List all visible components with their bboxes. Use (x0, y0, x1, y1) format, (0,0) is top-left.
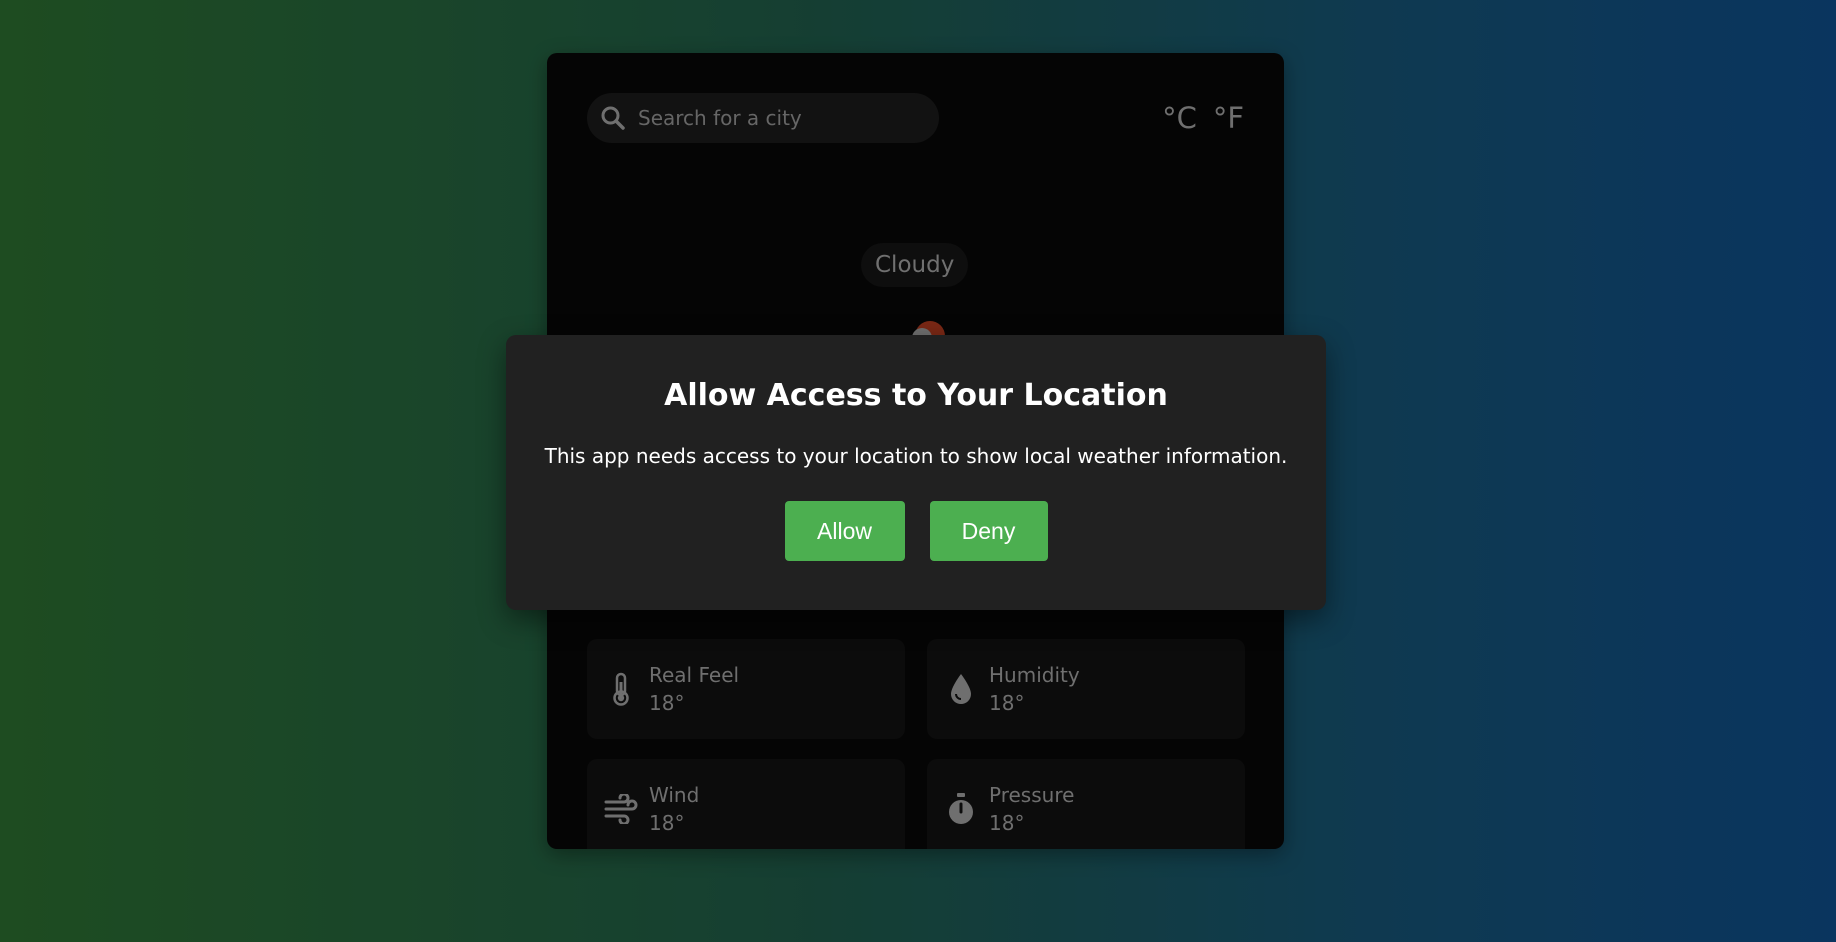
unit-toggle: °C °F (1162, 101, 1244, 135)
dialog-actions: Allow Deny (506, 501, 1326, 561)
search-bar[interactable] (587, 93, 939, 143)
wind-stat: Wind 18° (587, 759, 905, 849)
thermometer-icon (603, 669, 639, 709)
fahrenheit-toggle[interactable]: °F (1213, 101, 1244, 135)
humidity-label: Humidity (989, 663, 1080, 687)
humidity-stat: Humidity 18° (927, 639, 1245, 739)
weather-condition: Cloudy (861, 243, 969, 287)
wind-icon (603, 789, 639, 829)
pressure-stat: Pressure 18° (927, 759, 1245, 849)
allow-button[interactable]: Allow (784, 501, 905, 561)
location-permission-dialog: Allow Access to Your Location This app n… (506, 335, 1326, 610)
celsius-toggle[interactable]: °C (1162, 101, 1197, 135)
pressure-value: 18° (989, 811, 1025, 835)
dialog-message: This app needs access to your location t… (544, 444, 1288, 468)
dialog-title: Allow Access to Your Location (664, 378, 1168, 413)
wind-value: 18° (649, 811, 685, 835)
real-feel-label: Real Feel (649, 663, 740, 687)
stopwatch-icon (943, 789, 979, 829)
real-feel-stat: Real Feel 18° (587, 639, 905, 739)
real-feel-value: 18° (649, 691, 685, 715)
wind-label: Wind (649, 783, 700, 807)
droplet-icon (943, 669, 979, 709)
search-icon (600, 105, 626, 131)
deny-button[interactable]: Deny (929, 501, 1048, 561)
search-input[interactable] (636, 105, 920, 131)
humidity-value: 18° (989, 691, 1025, 715)
pressure-label: Pressure (989, 783, 1075, 807)
